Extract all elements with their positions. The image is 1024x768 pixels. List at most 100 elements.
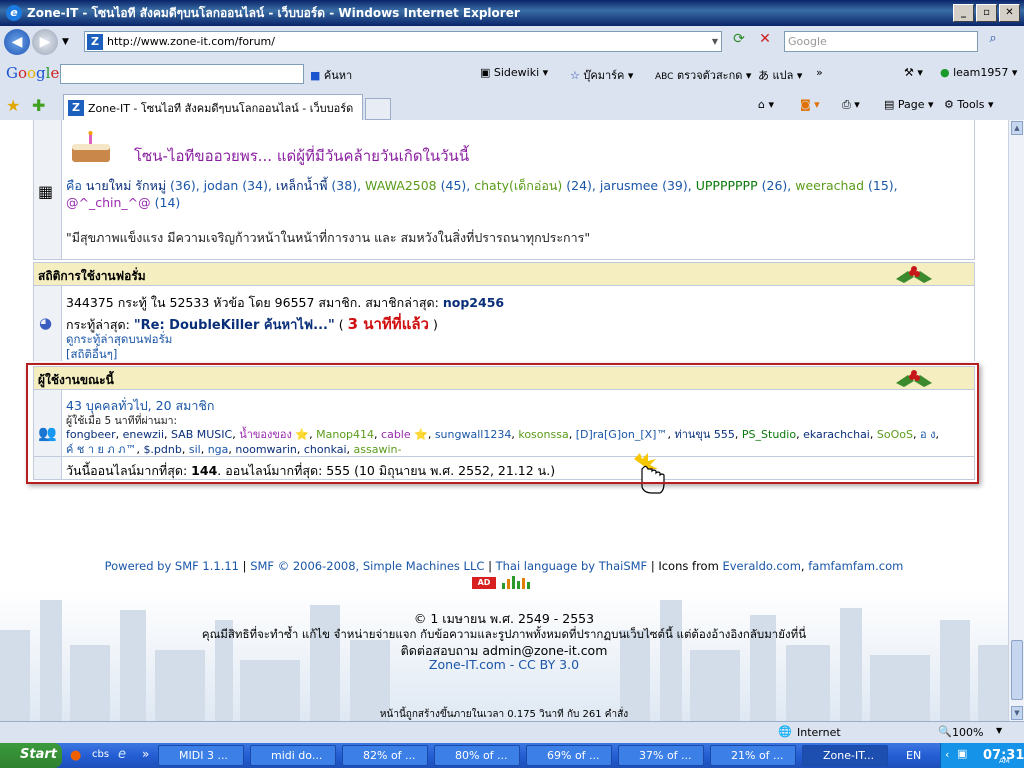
zoom-level[interactable]: 100% (952, 726, 983, 739)
footer-credits: Powered by SMF 1.1.11 | SMF © 2006-2008,… (104, 559, 904, 573)
holly-icon (896, 266, 932, 283)
more-tools-button[interactable]: » (816, 66, 823, 79)
famfamfam-link[interactable]: famfamfam.com (808, 559, 903, 573)
birthday-user-link[interactable]: jarusmee (600, 178, 658, 193)
minimize-button[interactable]: _ (953, 4, 974, 22)
new-tab-button[interactable] (365, 98, 391, 120)
search-icon[interactable]: ⌕ (982, 31, 1004, 52)
scroll-up-icon: ▲ (1011, 121, 1023, 135)
stop-icon[interactable]: ✕ (754, 31, 776, 52)
taskbar-item-download-80[interactable]: 80% of ... (434, 745, 520, 766)
network-icon[interactable]: ▣ (957, 747, 967, 760)
back-button[interactable]: ◀ (4, 29, 30, 55)
favorites-star-icon[interactable]: ★ (6, 96, 20, 115)
zoom-dropdown-icon[interactable]: ▼ (996, 726, 1002, 735)
smf-link[interactable]: Powered by SMF 1.1.11 (105, 559, 239, 573)
birthday-user-link[interactable]: เหล็กน้ำพี้ (276, 178, 328, 193)
rss-icon[interactable]: ◙ ▾ (800, 98, 820, 111)
taskbar-item-midi3[interactable]: MIDI 3 ... (158, 745, 244, 766)
birthday-user-link[interactable]: @^_chin_^@ (66, 195, 151, 210)
system-tray: ‹ ▣ 07:31 AM (940, 743, 1024, 768)
smf-copyright-link[interactable]: SMF © 2006-2008, Simple Machines LLC (250, 559, 484, 573)
refresh-icon[interactable]: ⟳ (728, 31, 750, 52)
google-search-input[interactable] (60, 64, 304, 84)
tab-title: Zone-IT - โซนไอที สังคมดีๆบนโลกออนไลน์ -… (88, 101, 354, 115)
stats-panel: ◕ 344375 กระทู้ ใน 52533 หัวข้อ โดย 9655… (33, 286, 975, 361)
birthday-user-link[interactable]: jodan (204, 178, 239, 193)
everaldo-link[interactable]: Everaldo.com (722, 559, 800, 573)
birthday-user-link[interactable]: นายใหม่ รักหมู่ (86, 178, 166, 193)
birthday-age: (36), (166, 178, 204, 193)
taskbar-item-zone-it[interactable]: Zone-IT... (802, 745, 888, 766)
more-stats-link[interactable]: [สถิติอื่นๆ] (66, 346, 117, 364)
add-favorite-icon[interactable]: ✚ (32, 96, 45, 115)
bookmarks-button[interactable]: ☆ บุ๊คมาร์ค ▾ (570, 66, 633, 84)
birthday-age: (34), (238, 178, 276, 193)
birthday-names: คือ นายใหม่ รักหมู่ (36), jodan (34), เห… (66, 178, 898, 210)
cbs-icon[interactable]: cbs (92, 749, 109, 760)
close-button[interactable]: ✕ (999, 4, 1020, 22)
spellcheck-icon: ABC (655, 72, 674, 82)
cake-icon (72, 131, 110, 162)
search-input[interactable]: Google (784, 31, 978, 52)
security-zone: Internet (797, 726, 841, 739)
zoom-icon[interactable]: 🔍 (938, 725, 952, 738)
birthday-panel: ▦ โซน-ไอทีขออวยพร... แด่ผู้ที่มีวันคล้าย… (33, 120, 975, 260)
cc-license-link[interactable]: CC BY 3.0 (518, 657, 579, 672)
taskbar-item-download-21[interactable]: 21% of ... (710, 745, 796, 766)
address-dropdown-icon[interactable]: ▼ (712, 37, 718, 46)
tray-arrow-icon[interactable]: ‹ (945, 748, 949, 761)
vertical-scrollbar[interactable]: ▲ ▼ (1008, 120, 1024, 721)
address-bar[interactable]: Z http://www.zone-it.com/forum/ ▼ (84, 31, 722, 52)
taskbar-item-midi-download[interactable]: midi do... (250, 745, 336, 766)
sidewiki-button[interactable]: ▣ Sidewiki ▾ (480, 66, 548, 79)
ie-icon: e (6, 5, 22, 21)
counter-badge[interactable]: AD (472, 575, 536, 589)
home-icon[interactable]: ⌂ ▾ (758, 98, 774, 111)
forward-button[interactable]: ▶ (32, 29, 58, 55)
page-menu[interactable]: ▤ Page ▾ (884, 98, 934, 111)
birthday-wish: "มีสุขภาพแข็งแรง มีความเจริญก้าวหน้าในหน… (66, 230, 591, 245)
status-dot-icon: ● (940, 66, 950, 79)
google-search-button[interactable]: ■ ค้นหา (310, 66, 352, 84)
footer-render-time: หน้านี้ถูกสร้างขึ้นภายในเวลา 0.175 วินาท… (379, 709, 629, 720)
taskbar-item-download-82[interactable]: 82% of ... (342, 745, 428, 766)
stats-summary: 344375 กระทู้ ใน 52533 หัวข้อ โดย 96557 … (66, 295, 505, 310)
highlight-box (26, 363, 979, 484)
taskbar-item-download-69[interactable]: 69% of ... (526, 745, 612, 766)
quicklaunch-more-icon[interactable]: » (142, 747, 149, 761)
firefox-icon[interactable]: ● (70, 748, 81, 763)
tab-zone-it[interactable]: Z Zone-IT - โซนไอที สังคมดีๆบนโลกออนไลน์… (63, 94, 363, 120)
birthday-age: (15), (864, 178, 898, 193)
status-bar: 🌐 Internet 🔍 100% ▼ (0, 721, 1024, 743)
title-bar: e Zone-IT - โซนไอที สังคมดีๆบนโลกออนไลน์… (0, 0, 1024, 26)
print-icon[interactable]: ⎙ ▾ (842, 98, 860, 112)
birthday-age: (39), (658, 178, 696, 193)
browser-chrome: ◀ ▶ ▼ Z http://www.zone-it.com/forum/ ▼ … (0, 26, 1024, 120)
browser-window: e Zone-IT - โซนไอที สังคมดีๆบนโลกออนไลน์… (0, 0, 1024, 768)
thaismf-link[interactable]: Thai language by ThaiSMF (496, 559, 648, 573)
birthday-user-link[interactable]: UPPPPPPP (696, 178, 758, 193)
pie-chart-icon: ◕ (39, 314, 53, 332)
scroll-thumb[interactable] (1011, 640, 1023, 700)
start-button[interactable]: Start (0, 743, 62, 768)
spellcheck-button[interactable]: ABC ตรวจตัวสะกด ▾ (655, 66, 751, 84)
wrench-icon[interactable]: ⚒ ▾ (904, 66, 923, 79)
window-title: Zone-IT - โซนไอที สังคมดีๆบนโลกออนไลน์ -… (27, 5, 520, 20)
maximize-button[interactable]: ▫ (976, 4, 997, 22)
history-dropdown-icon[interactable]: ▼ (62, 37, 69, 47)
language-indicator[interactable]: EN (906, 749, 921, 762)
translate-icon: あ (758, 69, 769, 82)
birthday-age: (38), (327, 178, 366, 193)
ie-quicklaunch-icon[interactable]: e (118, 747, 126, 762)
birthday-user-link[interactable]: WAWA2508 (365, 178, 437, 193)
latest-member-link[interactable]: nop2456 (443, 295, 504, 310)
birthday-user-link[interactable]: weerachad (795, 178, 864, 193)
tools-menu[interactable]: ⚙ Tools ▾ (944, 98, 994, 111)
zone-it-link[interactable]: Zone-IT.com (429, 657, 506, 672)
translate-button[interactable]: あ แปล ▾ (758, 66, 802, 84)
google-logo: Google (6, 64, 60, 82)
taskbar-item-download-37[interactable]: 37% of ... (618, 745, 704, 766)
birthday-user-link[interactable]: chaty(เด็กอ่อน) (474, 178, 562, 193)
account-button[interactable]: ● leam1957 ▾ (940, 66, 1017, 79)
